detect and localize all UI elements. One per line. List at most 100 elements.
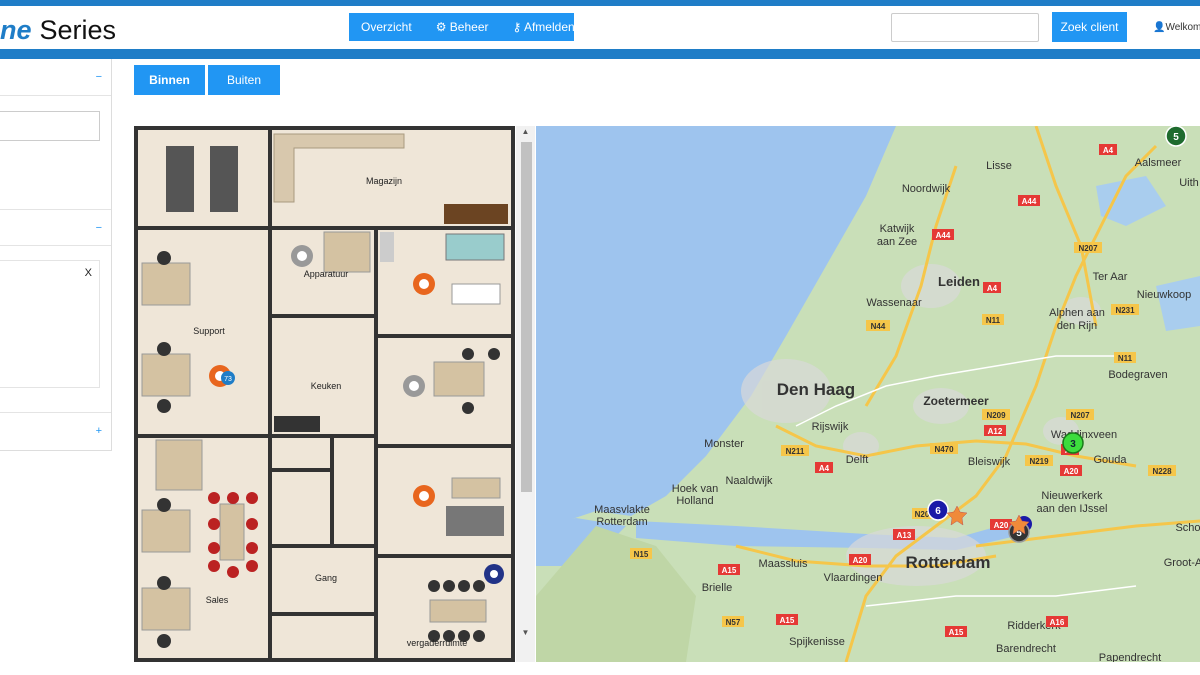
road-a15c: A15	[945, 626, 967, 637]
sidebar-panel-3-header[interactable]: +	[0, 412, 111, 449]
scroll-up-arrow-icon[interactable]: ▲	[516, 127, 535, 139]
svg-text:N11: N11	[986, 316, 1001, 325]
svg-text:A15: A15	[722, 566, 737, 575]
map-label-delft: Delft	[846, 454, 869, 466]
map-label-lisse: Lisse	[986, 160, 1012, 172]
map-label-leiden: Leiden	[938, 274, 980, 289]
svg-text:N44: N44	[871, 322, 886, 331]
collapse-icon[interactable]: −	[96, 222, 102, 234]
scrollbar-thumb[interactable]	[521, 142, 532, 492]
map-label-nieuwerkerk-2: aan den IJssel	[1037, 503, 1108, 515]
sidebar: − − X +	[0, 59, 112, 451]
room-meeting: vergaderruimte	[407, 638, 468, 648]
floor-plan: 73 Magazijn Apparatuur Support Keuken Sa…	[134, 126, 515, 662]
road-n231: N231	[1111, 304, 1139, 315]
map-marker-6[interactable]: 6	[927, 499, 949, 521]
nav-logout[interactable]: ⚷ Afmelden	[501, 20, 587, 34]
sidebar-panel-1-header[interactable]: −	[0, 59, 111, 96]
map-label-maasvlakte-2: Rotterdam	[596, 516, 647, 528]
map-label-rijswijk: Rijswijk	[812, 421, 849, 433]
svg-text:3: 3	[1070, 439, 1076, 450]
road-a13: A13	[893, 529, 915, 540]
road-n11a: N11	[982, 314, 1004, 325]
map-label-bodegraven: Bodegraven	[1108, 369, 1167, 381]
map-marker-5-top[interactable]: 5	[1165, 126, 1187, 147]
map-label-nieuwkoop: Nieuwkoop	[1137, 289, 1191, 301]
map-label-hoek-van-holland-2: Holland	[676, 495, 713, 507]
tab-inside[interactable]: Binnen	[134, 65, 205, 95]
search-client-button[interactable]: Zoek client	[1052, 12, 1127, 42]
map-label-vlaardingen: Vlaardingen	[824, 572, 883, 584]
map-label-uith: Uith	[1179, 177, 1199, 189]
svg-text:A4: A4	[987, 284, 998, 293]
close-icon[interactable]: X	[85, 267, 92, 279]
map-label-aalsmeer: Aalsmeer	[1135, 157, 1182, 169]
welcome-text: 👤Welkom:	[1153, 22, 1200, 33]
map-label-alphen-2: den Rijn	[1057, 320, 1097, 332]
road-a12: A12	[984, 425, 1006, 436]
svg-text:A15: A15	[949, 628, 964, 637]
road-a44a: A44	[1018, 195, 1040, 206]
map-label-katwijk-2: aan Zee	[877, 236, 917, 248]
map-marker-3[interactable]: 3	[1062, 432, 1084, 454]
svg-text:N231: N231	[1115, 306, 1135, 315]
map-label-zoetermeer: Zoetermeer	[923, 394, 989, 408]
map-label-barendrecht: Barendrecht	[996, 643, 1056, 655]
map-label-papendrecht: Papendrecht	[1099, 652, 1161, 662]
map-label-alphen: Alphen aan	[1049, 307, 1105, 319]
road-a4b: A4	[983, 282, 1001, 293]
main-nav: Overzicht ⚙ Beheer ⚷ Afmelden	[349, 13, 575, 41]
map-label-hoek-van-holland: Hoek van	[672, 483, 718, 495]
map-label-wassenaar: Wassenaar	[866, 297, 922, 309]
map-label-scho: Scho	[1175, 522, 1200, 534]
room-sales: Sales	[206, 595, 229, 605]
client-search-input[interactable]	[891, 13, 1039, 42]
map-label-ter-aar: Ter Aar	[1093, 271, 1128, 283]
map-label-brielle: Brielle	[702, 582, 733, 594]
sidebar-search-input[interactable]	[0, 111, 100, 141]
svg-text:A44: A44	[936, 231, 951, 240]
expand-icon[interactable]: +	[96, 425, 102, 437]
road-a20c: A20	[990, 519, 1012, 530]
map-label-naaldwijk: Naaldwijk	[725, 475, 773, 487]
scroll-down-arrow-icon[interactable]: ▼	[516, 628, 535, 640]
svg-text:N207: N207	[1078, 244, 1098, 253]
nav-overview[interactable]: Overzicht	[349, 20, 424, 34]
svg-text:A13: A13	[897, 531, 912, 540]
brand-name: Series	[39, 15, 117, 45]
svg-text:N11: N11	[1118, 354, 1133, 363]
map-label-spijkenisse: Spijkenisse	[789, 636, 845, 648]
brand-logo[interactable]: ne Series	[0, 15, 116, 46]
svg-text:A20: A20	[1064, 467, 1079, 476]
svg-text:N470: N470	[934, 445, 954, 454]
road-n211: N211	[781, 445, 809, 456]
svg-text:A20: A20	[994, 521, 1009, 530]
map-label-maassluis: Maassluis	[759, 558, 808, 570]
road-n11b: N11	[1114, 352, 1136, 363]
nav-manage-label: Beheer	[449, 20, 489, 34]
nav-manage[interactable]: ⚙ Beheer	[424, 20, 501, 34]
svg-text:A16: A16	[1050, 618, 1065, 627]
svg-text:A15: A15	[780, 616, 795, 625]
road-a15a: A15	[718, 564, 740, 575]
user-icon: 👤	[1153, 22, 1166, 33]
sidebar-panel-2-header[interactable]: −	[0, 209, 111, 246]
svg-text:N209: N209	[986, 411, 1006, 420]
welcome-label: Welkom:	[1165, 22, 1200, 33]
road-n207a: N207	[1074, 242, 1102, 253]
room-support: Support	[193, 326, 225, 336]
road-n207b: N207	[1066, 409, 1094, 420]
road-n57: N57	[722, 616, 744, 627]
tab-outside[interactable]: Buiten	[208, 65, 280, 95]
svg-text:A20: A20	[853, 556, 868, 565]
road-n209a: N209	[982, 409, 1010, 420]
svg-text:N57: N57	[726, 618, 741, 627]
road-n470: N470	[930, 443, 958, 454]
map-label-gouda: Gouda	[1093, 454, 1127, 466]
map-label-rotterdam: Rotterdam	[905, 553, 990, 572]
map-label-noordwijk: Noordwijk	[902, 183, 951, 195]
road-a4a: A4	[1099, 144, 1117, 155]
collapse-icon[interactable]: −	[96, 71, 102, 83]
region-map[interactable]: Lisse Aalsmeer Uith Noordwijk Katwijk aa…	[536, 126, 1200, 662]
svg-text:5: 5	[1173, 132, 1179, 143]
